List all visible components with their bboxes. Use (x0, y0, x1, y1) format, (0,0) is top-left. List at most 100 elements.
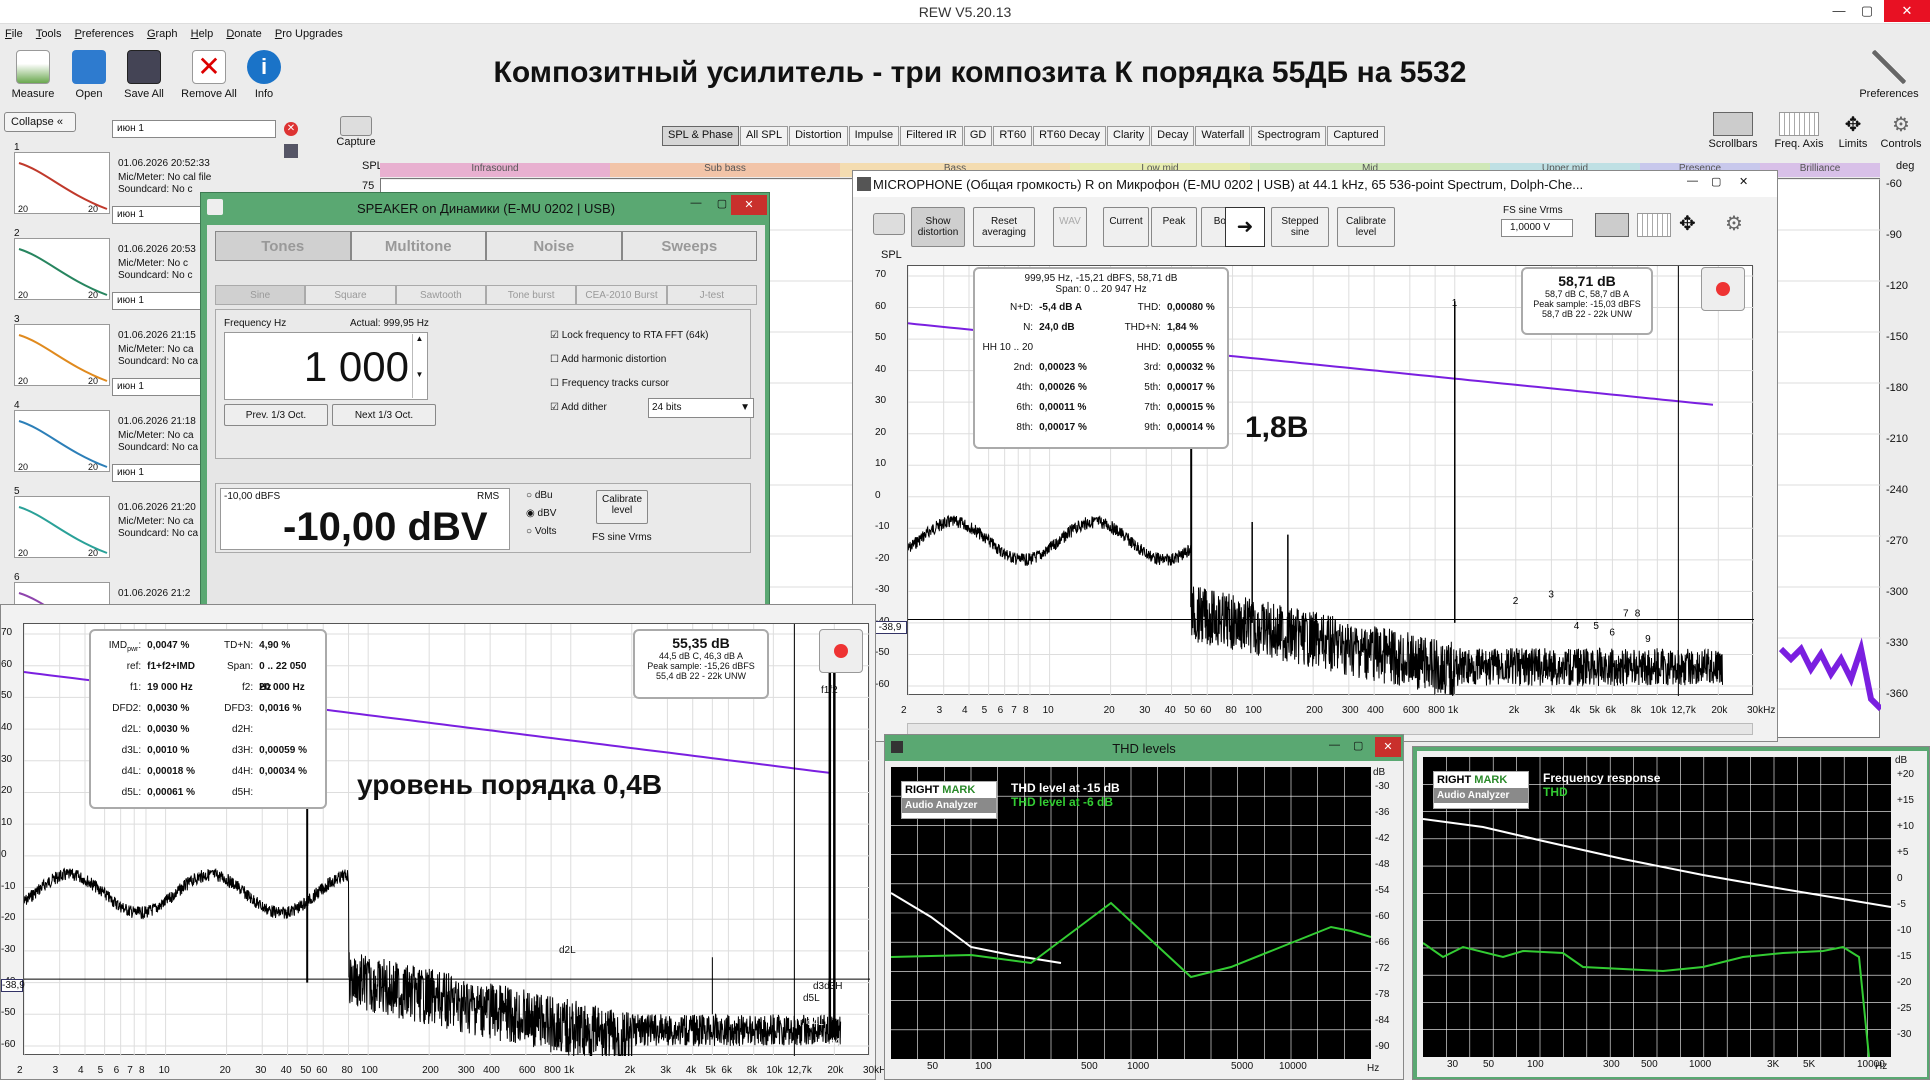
mic-toolbar-button[interactable]: Show distortion (911, 207, 965, 247)
remove-all-button[interactable]: ✕ Remove All (178, 50, 240, 100)
mic-toolbar-button[interactable]: Reset averaging (973, 207, 1035, 247)
thd-minimize-button[interactable]: — (1329, 739, 1340, 751)
axis-tick: -10 (1, 880, 16, 892)
graph-tab[interactable]: Captured (1327, 126, 1385, 146)
lock-frequency-label: Lock frequency to RTA FFT (64k) (561, 330, 709, 341)
main-right-tick: -120 (1886, 280, 1909, 292)
mic-gear-icon[interactable]: ⚙ (1725, 211, 1743, 236)
mic-info-cell: HHD: (1136, 342, 1161, 353)
mic-toolbar-button[interactable]: Calibrate level (1337, 207, 1395, 247)
signal-subtab[interactable]: Sawtooth (395, 285, 486, 305)
controls-button[interactable]: ⚙ Controls (1876, 112, 1926, 150)
menu-tools[interactable]: Tools (31, 26, 67, 42)
fr-plot[interactable]: RIGHT MARK Audio Analyzer Frequency resp… (1423, 757, 1891, 1057)
frequency-input[interactable]: 1 000 (224, 332, 428, 400)
graph-tab[interactable]: GD (963, 126, 993, 146)
mic-export-icon[interactable]: ➜ (1225, 207, 1265, 247)
mic-toolbar-button[interactable]: Peak (1151, 207, 1197, 247)
info-button[interactable]: i Info (233, 50, 295, 100)
mic-limits-icon[interactable]: ✥ (1679, 211, 1696, 236)
axis-tick: 50 (1, 690, 13, 702)
level-display[interactable]: -10,00 dBFS RMS -10,00 dBV (220, 488, 510, 550)
axis-tick: 200 (1306, 705, 1323, 716)
mic-fs-input[interactable]: 1,0000 V (1501, 219, 1573, 237)
menu-preferences[interactable]: Preferences (70, 26, 139, 42)
measurement-curve (18, 420, 108, 468)
menu-pro-upgrades[interactable]: Pro Upgrades (270, 26, 348, 42)
menu-donate[interactable]: Donate (221, 26, 266, 42)
unit-dbv-radio[interactable]: ◉ dBV (526, 508, 556, 519)
graph-tab[interactable]: RT60 (993, 126, 1033, 146)
preferences-button[interactable]: Preferences (1854, 50, 1924, 100)
open-button[interactable]: Open (58, 50, 120, 100)
mic-close-button[interactable]: ✕ (1739, 175, 1748, 188)
mic-freq-axis-icon[interactable] (1637, 213, 1671, 237)
menu-help[interactable]: Help (186, 26, 219, 42)
measurement-name-input[interactable]: июн 1 (112, 120, 276, 138)
dither-bits-select[interactable]: 24 bits ▼ (648, 398, 754, 418)
generator-tab[interactable]: Sweeps (621, 231, 757, 261)
graph-tab[interactable]: Distortion (789, 126, 848, 146)
maximize-button[interactable]: ▢ (1848, 0, 1886, 22)
signal-subtab[interactable]: Sine (215, 285, 306, 305)
thd-maximize-button[interactable]: ▢ (1353, 739, 1363, 752)
mic-scrollbars-icon[interactable] (1595, 213, 1629, 237)
generator-tab[interactable]: Multitone (350, 231, 486, 261)
save-all-button[interactable]: Save All (113, 50, 175, 100)
mic-record-button[interactable] (1701, 267, 1745, 311)
imd-info-row: d5L: 0,00061 % d5H: (95, 782, 321, 803)
remove-measurement-icon[interactable]: ✕ (284, 122, 298, 136)
graph-tab[interactable]: All SPL (740, 126, 789, 146)
axis-tick: -10 (875, 521, 890, 533)
generator-tab[interactable]: Tones (215, 231, 351, 261)
signal-subtab[interactable]: CEA-2010 Burst (576, 285, 667, 305)
graph-tab[interactable]: RT60 Decay (1033, 126, 1106, 146)
unit-volts-radio[interactable]: ○ Volts (526, 526, 557, 537)
harmonic-distortion-checkbox[interactable]: ☐ Add harmonic distortion (550, 354, 666, 365)
graph-tab[interactable]: Impulse (848, 126, 900, 146)
lock-frequency-checkbox[interactable]: ☑ Lock frequency to RTA FFT (64k) (550, 330, 708, 341)
thd-x-tick: 500 (1081, 1061, 1098, 1072)
mic-capture-icon[interactable] (873, 213, 905, 235)
prev-octave-button[interactable]: Prev. 1/3 Oct. (224, 404, 328, 426)
graph-tab[interactable]: Filtered IR (900, 126, 963, 146)
frequency-tracks-checkbox[interactable]: ☐ Frequency tracks cursor (550, 378, 669, 389)
signal-subtab[interactable]: Square (305, 285, 396, 305)
add-dither-checkbox[interactable]: ☑ Add dither (550, 402, 607, 413)
generator-tab[interactable]: Noise (486, 231, 622, 261)
limits-button[interactable]: ✥ Limits (1832, 112, 1874, 150)
thd-plot[interactable]: RIGHT MARK Audio Analyzer THD level at -… (891, 767, 1371, 1059)
mic-minimize-button[interactable]: — (1687, 175, 1698, 187)
graph-tab[interactable]: Clarity (1107, 126, 1151, 146)
signal-subtab[interactable]: Tone burst (485, 285, 577, 305)
freq-axis-button[interactable]: Freq. Axis (1768, 112, 1830, 150)
mic-info-cell: 24,0 dB (1039, 322, 1075, 333)
unit-dbu-radio[interactable]: ○ dBu (526, 490, 553, 501)
imd-record-button[interactable] (819, 629, 863, 673)
mic-toolbar-button[interactable]: Current (1103, 207, 1149, 247)
signal-subtab[interactable]: J-test (666, 285, 757, 305)
frequency-spinner[interactable]: ▲ ▼ (412, 334, 426, 398)
thd-close-button[interactable]: ✕ (1375, 737, 1401, 757)
menu-file[interactable]: File (0, 26, 28, 42)
graph-tab[interactable]: Decay (1151, 126, 1195, 146)
graph-tab[interactable]: Waterfall (1195, 126, 1251, 146)
graph-tab[interactable]: Spectrogram (1251, 126, 1327, 146)
collapse-button[interactable]: Collapse « (4, 112, 76, 132)
fr-x-tick: 5K (1803, 1059, 1816, 1070)
scrollbars-button[interactable]: Scrollbars (1702, 112, 1764, 150)
mic-maximize-button[interactable]: ▢ (1711, 175, 1721, 188)
mic-toolbar-button[interactable]: Stepped sine (1271, 207, 1329, 247)
mic-toolbar-button[interactable]: WAV (1053, 207, 1087, 247)
axis-tick: 12,7k (787, 1065, 812, 1076)
capture-button[interactable]: Capture (336, 116, 376, 148)
measure-button[interactable]: Measure (2, 50, 64, 100)
speaker-close-button[interactable]: ✕ (731, 195, 767, 215)
graph-tab[interactable]: SPL & Phase (662, 126, 740, 146)
close-button[interactable]: ✕ (1884, 0, 1930, 22)
next-octave-button[interactable]: Next 1/3 Oct. (332, 404, 436, 426)
save-measurement-icon[interactable] (284, 144, 298, 158)
speaker-calibrate-button[interactable]: Calibrate level (596, 490, 648, 524)
menu-graph[interactable]: Graph (142, 26, 183, 42)
imd-info: IMDpwr: 0,0047 % TD+N: 4,90 % ref: f1+f2+IMD S… (89, 629, 327, 809)
